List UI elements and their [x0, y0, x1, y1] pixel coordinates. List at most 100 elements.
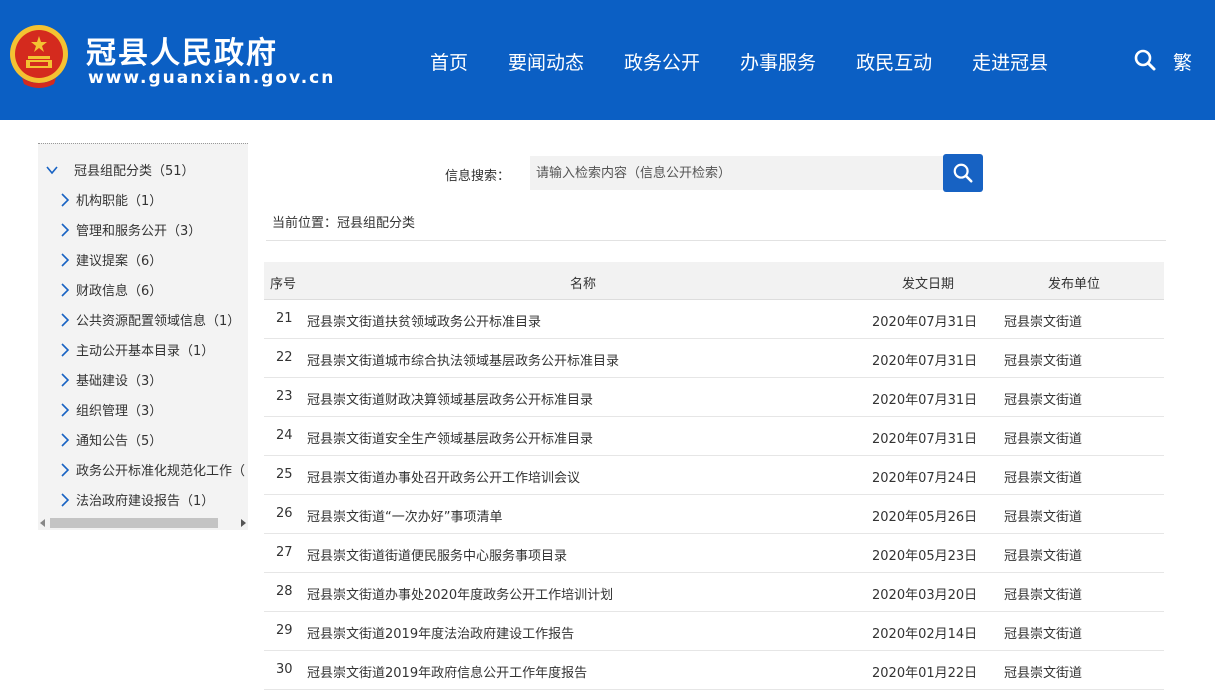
row-date: 2020年07月31日 — [872, 393, 978, 408]
header-num: 序号 — [270, 277, 297, 292]
scrollbar-thumb[interactable] — [50, 518, 218, 528]
chevron-down-icon[interactable] — [46, 164, 58, 176]
search-button[interactable] — [943, 154, 983, 192]
row-date: 2020年01月22日 — [872, 666, 978, 681]
document-link[interactable]: 冠县崇文街道2019年度法治政府建设工作报告 — [307, 623, 574, 642]
scroll-left-arrow-icon[interactable] — [40, 519, 45, 527]
category-tree: 冠县组配分类（51） 机构职能（1） 管理和服务公开（3） 建议提案（6） 财政… — [38, 143, 248, 530]
row-unit: 冠县崇文街道 — [1004, 354, 1083, 369]
document-table: 序号 名称 发文日期 发布单位 21 冠县崇文街道扶贫领域政务公开标准目录 20… — [264, 262, 1164, 690]
nav-home[interactable]: 首页 — [430, 48, 468, 75]
row-unit: 冠县崇文街道 — [1004, 510, 1083, 525]
chevron-right-icon — [61, 342, 70, 357]
tree-item-label: 财政信息（6） — [76, 284, 163, 299]
chevron-right-icon — [61, 252, 70, 267]
table-row: 22 冠县崇文街道城市综合执法领域基层政务公开标准目录 2020年07月31日 … — [264, 339, 1164, 378]
row-date: 2020年07月31日 — [872, 432, 978, 447]
site-header: 冠县人民政府 www.guanxian.gov.cn 首页 要闻动态 政务公开 … — [0, 0, 1215, 120]
row-date: 2020年03月20日 — [872, 588, 978, 603]
document-link[interactable]: 冠县崇文街道2019年政府信息公开工作年度报告 — [307, 662, 587, 681]
tree-item-label: 建议提案（6） — [76, 254, 163, 269]
nav-services[interactable]: 办事服务 — [740, 48, 816, 75]
tree-item-label: 管理和服务公开（3） — [76, 224, 202, 239]
row-date: 2020年05月23日 — [872, 549, 978, 564]
tree-root-label: 冠县组配分类（51） — [74, 164, 195, 179]
scroll-right-arrow-icon[interactable] — [241, 519, 246, 527]
chevron-right-icon — [61, 402, 70, 417]
row-number: 30 — [276, 662, 293, 677]
document-link[interactable]: 冠县崇文街道办事处召开政务公开工作培训会议 — [307, 467, 580, 486]
tree-item[interactable]: 法治政府建设报告（1） — [60, 490, 214, 509]
search-icon — [953, 163, 973, 183]
row-date: 2020年07月24日 — [872, 471, 978, 486]
chevron-right-icon — [61, 222, 70, 237]
row-unit: 冠县崇文街道 — [1004, 393, 1083, 408]
search-icon[interactable] — [1133, 48, 1157, 72]
chevron-right-icon — [61, 372, 70, 387]
tree-item-label: 公共资源配置领域信息（1） — [76, 314, 241, 329]
header-date: 发文日期 — [902, 277, 955, 292]
table-row: 26 冠县崇文街道“一次办好”事项清单 2020年05月26日 冠县崇文街道 — [264, 495, 1164, 534]
row-number: 25 — [276, 467, 293, 482]
table-row: 28 冠县崇文街道办事处2020年度政务公开工作培训计划 2020年03月20日… — [264, 573, 1164, 612]
tree-root[interactable]: 冠县组配分类（51） — [46, 160, 195, 179]
divider — [266, 240, 1166, 241]
row-number: 27 — [276, 545, 293, 560]
site-title: 冠县人民政府 — [86, 36, 278, 71]
document-link[interactable]: 冠县崇文街道扶贫领域政务公开标准目录 — [307, 311, 541, 330]
nav-interaction[interactable]: 政民互动 — [856, 48, 932, 75]
row-unit: 冠县崇文街道 — [1004, 627, 1083, 642]
nav-about[interactable]: 走进冠县 — [972, 48, 1048, 75]
chevron-right-icon — [61, 282, 70, 297]
site-url: www.guanxian.gov.cn — [88, 68, 336, 88]
tree-item-label: 政务公开标准化规范化工作（ — [76, 464, 246, 479]
row-unit: 冠县崇文街道 — [1004, 471, 1083, 486]
chevron-right-icon — [61, 462, 70, 477]
chevron-right-icon — [61, 192, 70, 207]
row-number: 29 — [276, 623, 293, 638]
row-unit: 冠县崇文街道 — [1004, 315, 1083, 330]
tree-item[interactable]: 主动公开基本目录（1） — [60, 340, 214, 359]
tree-item[interactable]: 通知公告（5） — [60, 430, 162, 449]
tree-item[interactable]: 管理和服务公开（3） — [60, 220, 201, 239]
breadcrumb: 当前位置：冠县组配分类 — [272, 216, 416, 231]
tree-item[interactable]: 机构职能（1） — [60, 190, 162, 209]
row-number: 28 — [276, 584, 293, 599]
search-input[interactable] — [530, 156, 944, 190]
tree-item[interactable]: 建议提案（6） — [60, 250, 162, 269]
table-row: 27 冠县崇文街道街道便民服务中心服务事项目录 2020年05月23日 冠县崇文… — [264, 534, 1164, 573]
header-unit: 发布单位 — [1048, 277, 1101, 292]
document-link[interactable]: 冠县崇文街道街道便民服务中心服务事项目录 — [307, 545, 567, 564]
table-row: 29 冠县崇文街道2019年度法治政府建设工作报告 2020年02月14日 冠县… — [264, 612, 1164, 651]
row-number: 26 — [276, 506, 293, 521]
national-emblem-icon[interactable] — [8, 20, 70, 92]
nav-news[interactable]: 要闻动态 — [508, 48, 584, 75]
row-date: 2020年05月26日 — [872, 510, 978, 525]
nav-gov-affairs[interactable]: 政务公开 — [624, 48, 700, 75]
tree-item-label: 法治政府建设报告（1） — [76, 494, 215, 509]
document-link[interactable]: 冠县崇文街道办事处2020年度政务公开工作培训计划 — [307, 584, 613, 603]
document-link[interactable]: 冠县崇文街道安全生产领域基层政务公开标准目录 — [307, 428, 593, 447]
chevron-right-icon — [61, 432, 70, 447]
row-date: 2020年07月31日 — [872, 315, 978, 330]
tree-item-label: 机构职能（1） — [76, 194, 163, 209]
tree-item-label: 通知公告（5） — [76, 434, 163, 449]
traditional-chinese-toggle[interactable]: 繁 — [1173, 48, 1192, 75]
document-link[interactable]: 冠县崇文街道城市综合执法领域基层政务公开标准目录 — [307, 350, 619, 369]
tree-item[interactable]: 财政信息（6） — [60, 280, 162, 299]
row-unit: 冠县崇文街道 — [1004, 432, 1083, 447]
row-date: 2020年07月31日 — [872, 354, 978, 369]
tree-item-label: 组织管理（3） — [76, 404, 163, 419]
row-number: 24 — [276, 428, 293, 443]
tree-item[interactable]: 政务公开标准化规范化工作（ — [60, 460, 245, 479]
row-date: 2020年02月14日 — [872, 627, 978, 642]
horizontal-scrollbar[interactable] — [38, 516, 248, 530]
table-row: 24 冠县崇文街道安全生产领域基层政务公开标准目录 2020年07月31日 冠县… — [264, 417, 1164, 456]
tree-item[interactable]: 公共资源配置领域信息（1） — [60, 310, 240, 329]
document-link[interactable]: 冠县崇文街道“一次办好”事项清单 — [307, 506, 502, 525]
tree-item[interactable]: 基础建设（3） — [60, 370, 162, 389]
document-link[interactable]: 冠县崇文街道财政决算领域基层政务公开标准目录 — [307, 389, 593, 408]
row-unit: 冠县崇文街道 — [1004, 666, 1083, 681]
tree-item[interactable]: 组织管理（3） — [60, 400, 162, 419]
tree-item-label: 主动公开基本目录（1） — [76, 344, 215, 359]
